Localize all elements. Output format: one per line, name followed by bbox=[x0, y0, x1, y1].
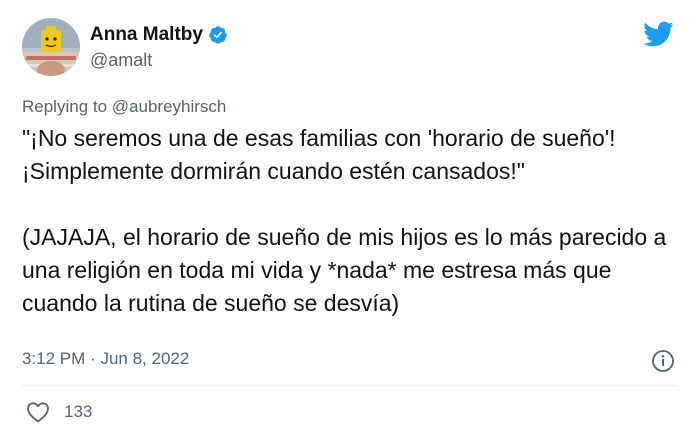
reply-mention-link[interactable]: @aubreyhirsch bbox=[112, 97, 227, 116]
avatar[interactable] bbox=[22, 18, 80, 76]
meta-separator: · bbox=[90, 349, 96, 368]
tweet-paragraph-2: (JAJAJA, el horario de sueño de mis hijo… bbox=[22, 224, 667, 316]
tweet-date: Jun 8, 2022 bbox=[100, 349, 190, 368]
display-name[interactable]: Anna Maltby bbox=[90, 24, 203, 46]
verified-badge-icon bbox=[208, 25, 228, 45]
handle[interactable]: @amalt bbox=[90, 50, 228, 71]
reply-prefix: Replying to bbox=[22, 97, 108, 116]
like-count: 133 bbox=[64, 402, 93, 421]
reply-context: Replying to @aubreyhirsch bbox=[22, 97, 226, 117]
tweet-time: 3:12 PM bbox=[22, 349, 86, 368]
heart-icon[interactable] bbox=[26, 401, 50, 423]
twitter-bird-icon[interactable] bbox=[642, 20, 674, 48]
author-names: Anna Maltby @amalt bbox=[90, 22, 228, 71]
display-name-row: Anna Maltby bbox=[90, 22, 228, 48]
divider bbox=[22, 385, 678, 386]
tweet-paragraph-1: "¡No seremos una de esas familias con 'h… bbox=[22, 125, 616, 184]
tweet-timestamp[interactable]: 3:12 PM · Jun 8, 2022 bbox=[22, 349, 189, 369]
like-action[interactable]: 133 bbox=[26, 401, 92, 423]
tweet-card: Anna Maltby @amalt Replying to @aubreyhi… bbox=[0, 0, 700, 441]
info-icon[interactable] bbox=[651, 349, 675, 373]
tweet-text: "¡No seremos una de esas familias con 'h… bbox=[22, 122, 678, 320]
tweet-header: Anna Maltby @amalt bbox=[22, 18, 678, 82]
